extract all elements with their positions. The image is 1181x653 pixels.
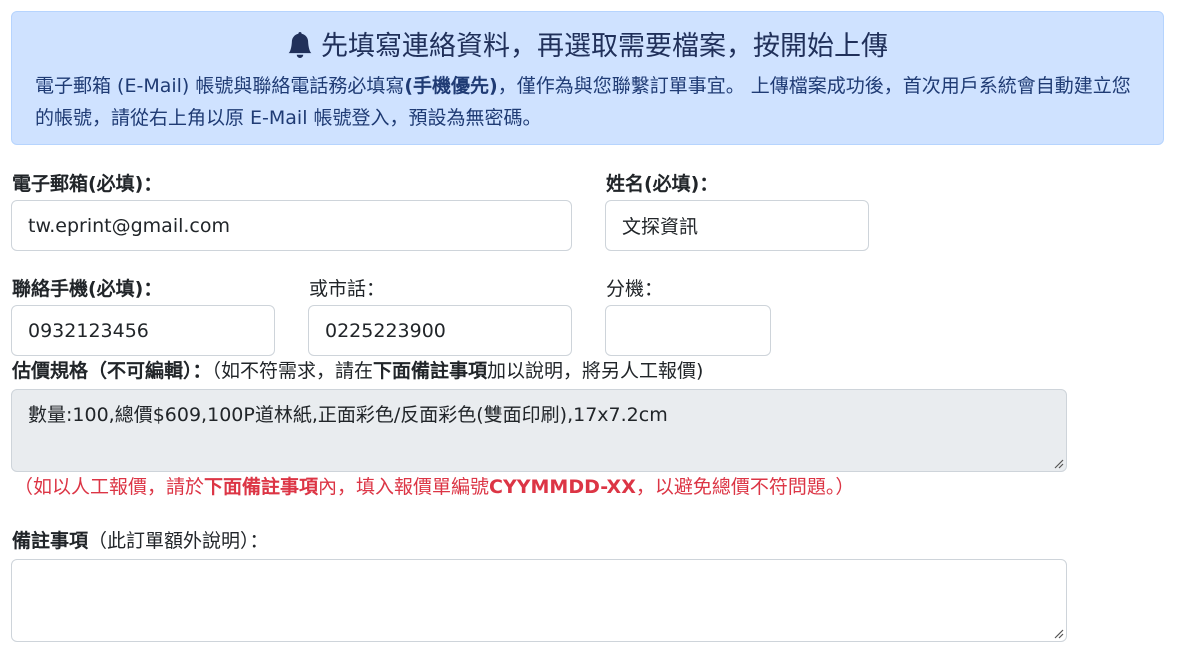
mobile-value: 0932123456 bbox=[28, 319, 149, 342]
name-label: 姓名(必填)： bbox=[606, 173, 719, 195]
phone-label: 或市話： bbox=[309, 278, 386, 300]
ext-field[interactable] bbox=[605, 305, 771, 356]
alert-title-text: 先填寫連絡資料，再選取需要檔案，按開始上傳 bbox=[321, 31, 888, 62]
resize-grip-icon[interactable] bbox=[1052, 627, 1064, 639]
alert-body: 電子郵箱 (E-Mail) 帳號與聯絡電話務必填寫(手機優先)，僅作為與您聯繫訂… bbox=[35, 70, 1143, 134]
resize-grip-icon[interactable] bbox=[1052, 457, 1064, 469]
email-field[interactable]: tw.eprint@gmail.com bbox=[11, 200, 572, 251]
email-label: 電子郵箱(必填)： bbox=[12, 173, 163, 195]
manual-quote-note: （如以人工報價，請於下面備註事項內，填入報價單編號CYYMMDD-XX，以避免總… bbox=[14, 476, 855, 498]
remarks-textarea[interactable] bbox=[11, 559, 1067, 642]
email-value: tw.eprint@gmail.com bbox=[28, 214, 231, 237]
ext-label: 分機： bbox=[606, 278, 664, 300]
name-value: 文探資訊 bbox=[622, 216, 699, 238]
bell-icon bbox=[287, 31, 313, 68]
phone-field[interactable]: 0225223900 bbox=[308, 305, 572, 356]
alert-body-text-1: 電子郵箱 (E-Mail) 帳號與聯絡電話務必填寫 bbox=[35, 75, 405, 97]
remarks-label: 備註事項（此訂單額外說明）： bbox=[12, 530, 269, 552]
mobile-label: 聯絡手機(必填)： bbox=[12, 278, 163, 300]
mobile-field[interactable]: 0932123456 bbox=[11, 305, 275, 356]
info-alert: 先填寫連絡資料，再選取需要檔案，按開始上傳 電子郵箱 (E-Mail) 帳號與聯… bbox=[11, 11, 1164, 145]
spec-value: 數量:100,總價$609,100P道林紙,正面彩色/反面彩色(雙面印刷),17… bbox=[28, 404, 668, 426]
alert-title: 先填寫連絡資料，再選取需要檔案，按開始上傳 bbox=[12, 30, 1163, 68]
alert-body-bold: (手機優先) bbox=[404, 75, 498, 97]
phone-value: 0225223900 bbox=[325, 319, 446, 342]
spec-label: 估價規格（不可編輯）：（如不符需求，請在下面備註事項加以說明，將另人工報價) bbox=[12, 360, 704, 382]
spec-textarea: 數量:100,總價$609,100P道林紙,正面彩色/反面彩色(雙面印刷),17… bbox=[11, 389, 1067, 472]
name-field[interactable]: 文探資訊 bbox=[605, 200, 869, 251]
